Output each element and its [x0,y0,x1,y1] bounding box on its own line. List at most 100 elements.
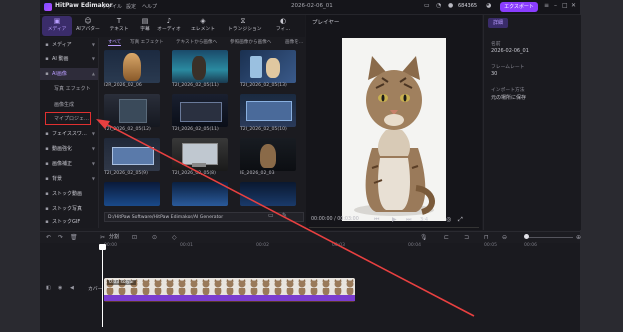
menu-settings[interactable]: 設定 [126,3,136,10]
tab-image-to-image[interactable]: 参照画像から画像へ [230,39,271,45]
tool-audio[interactable]: ♪ オーディオ [154,16,184,36]
lock-icon[interactable]: ◧ [46,285,51,291]
tool-label: フィ… [275,27,291,32]
chevron-down-icon: ▼ [91,56,95,61]
sidebar-item-ai-image[interactable]: ▪ AI画像 ▲ [40,68,98,80]
save-path-field[interactable]: D:/HitPaw Software/HitPaw Edimakor/AI Ge… [104,212,304,222]
media-item[interactable] [172,182,228,210]
bell-icon[interactable]: ◔ [436,2,441,9]
sidebar-item-stock-video[interactable]: ▪ ストック動画 [40,188,98,200]
undo-icon[interactable]: ↶ [46,232,51,243]
sidebar-item-face-swap[interactable]: ▪ フェイススワ… ▼ [40,128,98,140]
zoom-slider[interactable] [527,237,573,238]
mic-icon[interactable]: 🎙 [420,232,428,243]
media-item[interactable]: T2I_2026_02_05(12) [104,94,160,134]
export-button[interactable]: エクスポート [500,2,538,12]
monitor-icon[interactable]: ▭ [424,2,430,9]
clip-label: 0:03 solyai [107,280,136,285]
sidebar-item-label: ストック写真 [52,206,83,212]
minimize-icon[interactable]: – [554,2,557,9]
media-item[interactable]: T2I_2026_02_05(9) [104,138,160,178]
main-toolbar: ▣ メディア ☺ AIアバター T テキスト ▤ 字幕 ♪ オーディオ ◈ エレ… [40,15,305,37]
coin-icon: ● [448,2,454,9]
preview-panel: プレイヤー 00:00:00 / 00:03:00 ⏮ ▶ ⏭ 3:4 ◎ ⤢ [306,15,482,230]
sidebar-item-stock-gif[interactable]: ▪ ストックGIF [40,216,98,228]
folder-open-icon[interactable]: ▭ [268,212,274,219]
tool-ai-avatar[interactable]: ☺ AIアバター [73,16,103,36]
image-icon: ▪ [45,71,49,77]
chevron-down-icon: ▼ [91,176,95,181]
sidebar-item-label: ストックGIF [52,219,81,225]
crop-icon[interactable]: ⊡ [132,232,137,243]
skip-back-icon[interactable]: ⏮ [374,216,379,224]
tool-filter[interactable]: ◐ フィ… [268,16,298,36]
menu-help[interactable]: ヘルプ [142,3,157,10]
eye-icon[interactable]: ◉ [58,285,62,291]
magnet-icon[interactable]: ⊓ [484,232,489,243]
media-item[interactable] [104,182,160,210]
edit-icon[interactable]: ✎ [282,212,287,219]
sidebar-item-background[interactable]: ▪ 背景 ▼ [40,173,98,185]
play-icon[interactable]: ▶ [392,216,397,223]
skip-forward-icon[interactable]: ⏭ [406,216,411,224]
tool-transition[interactable]: ⧖ トランジション [228,16,262,36]
menu-icon[interactable]: ≡ [544,2,549,9]
tab-all[interactable]: すべて [108,39,122,46]
sidebar-item-image-gen[interactable]: 画像生成 [40,99,98,111]
preview-progress[interactable] [309,227,479,228]
close-icon[interactable]: ✕ [571,2,576,9]
tool-element[interactable]: ◈ エレメント [188,16,218,36]
detail-label: 名前 [491,42,501,47]
media-item[interactable]: T2I_2026_02_05(11) [172,94,228,134]
speaker-icon[interactable]: ◀ [70,285,74,291]
delete-icon[interactable]: 🗑 [70,232,78,243]
redo-icon[interactable]: ↷ [58,232,63,243]
snap-icon[interactable]: ⊏ [444,232,449,243]
zoom-in-icon[interactable]: ⊕ [576,232,581,243]
media-thumbnail [172,94,228,127]
mark-icon[interactable]: ◇ [172,232,177,243]
sidebar-item-label: AI画像 [52,71,67,77]
clip-audio-bar [104,295,355,301]
media-item[interactable]: T2I_2026_02_05(11) [172,50,228,90]
zoom-handle[interactable] [524,234,529,239]
folder-icon: ▣ [53,17,61,25]
media-item[interactable]: I2R_2026_02_06 [104,50,160,90]
tool-media[interactable]: ▣ メディア [42,16,72,36]
media-thumbnail [104,94,160,127]
sidebar-item-stock-photo[interactable]: ▪ ストック写真 [40,203,98,215]
detail-value: 2026-02-06_01 [491,48,529,54]
camera-icon[interactable]: ◎ [446,216,451,223]
split-label[interactable]: 分割 [109,232,119,243]
sidebar-item-media[interactable]: ▪ メディア ▼ [40,39,98,51]
sidebar-item-video-enhance[interactable]: ▪ 動画強化 ▼ [40,143,98,155]
tab-text-to-image[interactable]: テキストから画像へ [176,39,217,45]
media-item[interactable] [240,182,296,210]
media-item[interactable]: T2I_2026_02_05(13) [240,50,296,90]
maximize-icon[interactable]: □ [562,2,568,9]
media-item[interactable]: T2I_2026_02_05(8) [172,138,228,178]
tool-label: オーディオ [157,27,181,32]
tab-photo-effect[interactable]: 写真 エフェクト [130,39,164,45]
tab-more[interactable]: 画像を… [285,39,303,45]
avatar[interactable]: ◕ [486,2,491,9]
media-item[interactable]: IE_2026_02_03 [240,138,296,178]
sidebar-item-ai-video[interactable]: ▪ AI 動画 ▼ [40,53,98,65]
playhead-handle[interactable] [99,244,106,250]
speed-icon[interactable]: ⊙ [152,232,157,243]
tab-details[interactable]: 詳細 [488,18,508,28]
link-icon[interactable]: ⊐ [464,232,469,243]
menu-file[interactable]: ファイル [102,3,122,10]
media-thumbnail [240,138,296,171]
media-name: T2I_2026_02_05(11) [172,83,219,88]
split-icon[interactable]: ✂ [100,232,105,243]
playhead[interactable] [102,247,103,327]
sidebar-item-image-correct[interactable]: ▪ 画像補正 ▼ [40,158,98,170]
aspect-ratio[interactable]: 3:4 [420,217,428,223]
media-thumbnail [104,50,160,83]
sidebar-item-photo-effect[interactable]: 写真 エフェクト [40,83,98,95]
media-thumbnail [240,182,296,206]
fullscreen-icon[interactable]: ⤢ [458,216,463,224]
media-item[interactable]: T2I_2026_02_05(10) [240,94,296,134]
zoom-out-icon[interactable]: ⊖ [502,232,507,243]
